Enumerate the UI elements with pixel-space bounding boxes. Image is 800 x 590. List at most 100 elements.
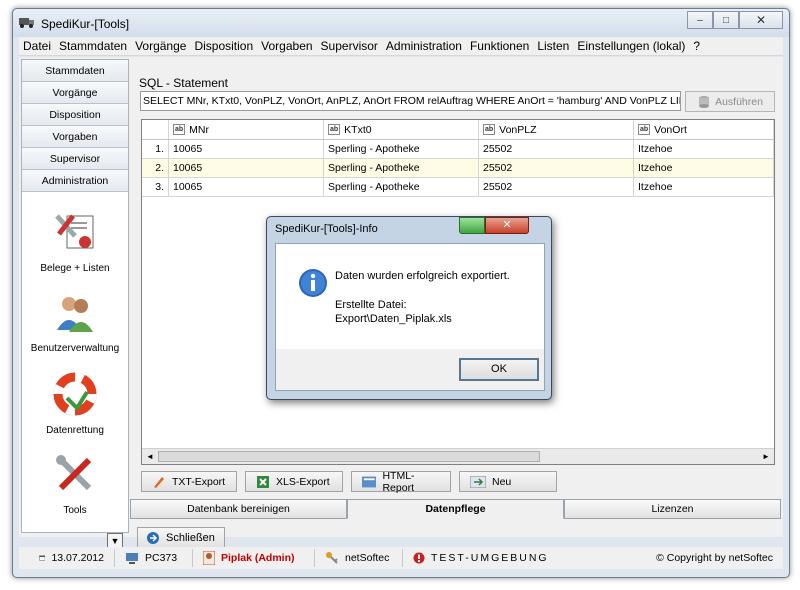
cell-vonplz[interactable]: 25502 (479, 159, 634, 177)
menu-bar: Datei Stammdaten Vorgänge Disposition Vo… (19, 37, 783, 56)
status-company: netSoftec (315, 549, 403, 567)
key-icon (326, 552, 338, 564)
window-title: SpediKur-[Tools] (41, 17, 130, 31)
dialog-title: SpediKur-[Tools]-Info (275, 223, 378, 235)
users-icon (57, 297, 93, 332)
menu-administration[interactable]: Administration (382, 39, 466, 53)
minimize-button[interactable]: – (687, 11, 713, 29)
excel-icon (257, 475, 269, 488)
txt-export-button[interactable]: TXT-Export (141, 471, 237, 492)
dialog-message-area: Daten wurden erfolgreich exportiert. Ers… (276, 244, 544, 349)
lifebuoy-icon (53, 372, 97, 416)
menu-disposition[interactable]: Disposition (190, 39, 257, 53)
maximize-button[interactable]: □ (713, 11, 739, 29)
execute-button[interactable]: Ausführen (685, 91, 775, 112)
cell-ktxt0[interactable]: Sperling - Apotheke (324, 159, 479, 177)
date-text: 13.07.2012 (51, 552, 104, 564)
cell-vonort[interactable]: Itzehoe (634, 178, 774, 196)
menu-datei[interactable]: Datei (19, 39, 55, 53)
cell-mnr[interactable]: 10065 (169, 159, 324, 177)
warning-icon (413, 552, 425, 564)
nav-section-disposition[interactable]: Disposition (22, 104, 128, 126)
text-type-icon: ab (638, 124, 651, 135)
table-row[interactable]: 3. 10065 Sperling - Apotheke 25502 Itzeh… (142, 178, 774, 197)
nav-tool-belege-listen[interactable]: Belege + Listen (22, 210, 128, 274)
close-window-button[interactable]: ✕ (739, 11, 783, 29)
nav-section-vorgaben[interactable]: Vorgaben (22, 126, 128, 148)
column-title: MNr (189, 123, 209, 136)
user-icon (203, 551, 215, 565)
dialog-close-button[interactable]: ✕ (485, 217, 529, 234)
status-date: 13.07.2012 (19, 549, 115, 567)
close-button[interactable]: Schließen (137, 527, 225, 549)
table-row[interactable]: 1. 10065 Sperling - Apotheke 25502 Itzeh… (142, 140, 774, 159)
column-title: VonPLZ (499, 123, 537, 136)
nav-tool-benutzerverwaltung[interactable]: Benutzerverwaltung (22, 290, 128, 354)
chart-tool-icon[interactable] (56, 528, 106, 533)
xls-export-button[interactable]: XLS-Export (245, 471, 343, 492)
dialog-minimize-button[interactable] (459, 217, 485, 234)
tab-lizenzen[interactable]: Lizenzen (564, 499, 781, 519)
cell-vonplz[interactable]: 25502 (479, 178, 634, 196)
menu-einstellungen[interactable]: Einstellungen (lokal) (573, 39, 689, 53)
menu-supervisor[interactable]: Supervisor (317, 39, 382, 53)
cell-vonort[interactable]: Itzehoe (634, 159, 774, 177)
execute-label: Ausführen (715, 95, 763, 108)
nav-tool-datenrettung[interactable]: Datenrettung (22, 372, 128, 436)
calendar-icon (39, 555, 46, 561)
cell-vonort[interactable]: Itzehoe (634, 140, 774, 158)
menu-listen[interactable]: Listen (533, 39, 573, 53)
navigation-panel: Stammdaten Vorgänge Disposition Vorgaben… (21, 59, 129, 533)
tab-datenbank-bereinigen[interactable]: Datenbank bereinigen (130, 499, 347, 519)
column-header-vonplz[interactable]: ab VonPLZ (479, 120, 634, 139)
row-number: 3. (142, 178, 169, 196)
row-number-header (142, 120, 169, 139)
menu-vorgaenge[interactable]: Vorgänge (131, 39, 190, 53)
nav-section-supervisor[interactable]: Supervisor (22, 148, 128, 170)
new-record-icon (470, 475, 486, 488)
environment-text: TEST-UMGEBUNG (431, 552, 549, 564)
tab-datenpflege[interactable]: Datenpflege (347, 499, 564, 519)
nav-section-administration[interactable]: Administration (22, 170, 128, 192)
nav-section-vorgaenge[interactable]: Vorgänge (22, 82, 128, 104)
column-header-ktxt0[interactable]: ab KTxt0 (324, 120, 479, 139)
text-type-icon: ab (483, 124, 496, 135)
cell-mnr[interactable]: 10065 (169, 178, 324, 196)
cell-vonplz[interactable]: 25502 (479, 140, 634, 158)
column-header-mnr[interactable]: ab MNr (169, 120, 324, 139)
nav-tool-tools[interactable]: Tools (22, 452, 128, 516)
menu-help[interactable]: ? (689, 39, 704, 53)
txt-file-icon (154, 476, 164, 488)
cell-ktxt0[interactable]: Sperling - Apotheke (324, 140, 479, 158)
sql-statement-input[interactable]: SELECT MNr, KTxt0, VonPLZ, VonOrt, AnPLZ… (140, 91, 681, 111)
nav-section-stammdaten[interactable]: Stammdaten (22, 60, 128, 82)
cell-mnr[interactable]: 10065 (169, 140, 324, 158)
table-row-selected[interactable]: 2. 10065 Sperling - Apotheke 25502 Itzeh… (142, 159, 774, 178)
txt-export-label: TXT-Export (172, 475, 226, 488)
horizontal-scrollbar[interactable]: ◄ ► (142, 448, 774, 464)
info-dialog: SpediKur-[Tools]-Info ✕ Daten wurden erf… (266, 216, 552, 400)
dialog-file-label: Erstellte Datei: (335, 299, 407, 311)
truck-icon (19, 18, 34, 28)
menu-stammdaten[interactable]: Stammdaten (55, 39, 131, 53)
column-header-vonort[interactable]: ab VonOrt (634, 120, 774, 139)
menu-vorgaben[interactable]: Vorgaben (257, 39, 316, 53)
html-report-label: HTML-Report (382, 469, 415, 494)
cell-ktxt0[interactable]: Sperling - Apotheke (324, 178, 479, 196)
nav-tool-label: Belege + Listen (40, 263, 110, 274)
html-icon (362, 476, 377, 487)
status-copyright: © Copyright by netSoftec (656, 552, 773, 564)
nav-tool-label: Benutzerverwaltung (30, 343, 120, 354)
html-report-button[interactable]: HTML-Report (351, 469, 451, 494)
scroll-right-button[interactable]: ► (759, 450, 773, 463)
database-icon (699, 95, 710, 108)
ok-button[interactable]: OK (459, 358, 539, 381)
menu-funktionen[interactable]: Funktionen (466, 39, 533, 53)
status-pc: PC373 (115, 549, 193, 567)
dialog-message: Daten wurden erfolgreich exportiert. (335, 270, 510, 282)
new-button[interactable]: Neu (459, 471, 557, 492)
tab-bar: Datenbank bereinigen Datenpflege Lizenze… (130, 499, 781, 519)
user-text: Piplak (Admin) (221, 552, 295, 564)
scroll-thumb[interactable] (158, 451, 540, 462)
scroll-left-button[interactable]: ◄ (143, 450, 157, 463)
